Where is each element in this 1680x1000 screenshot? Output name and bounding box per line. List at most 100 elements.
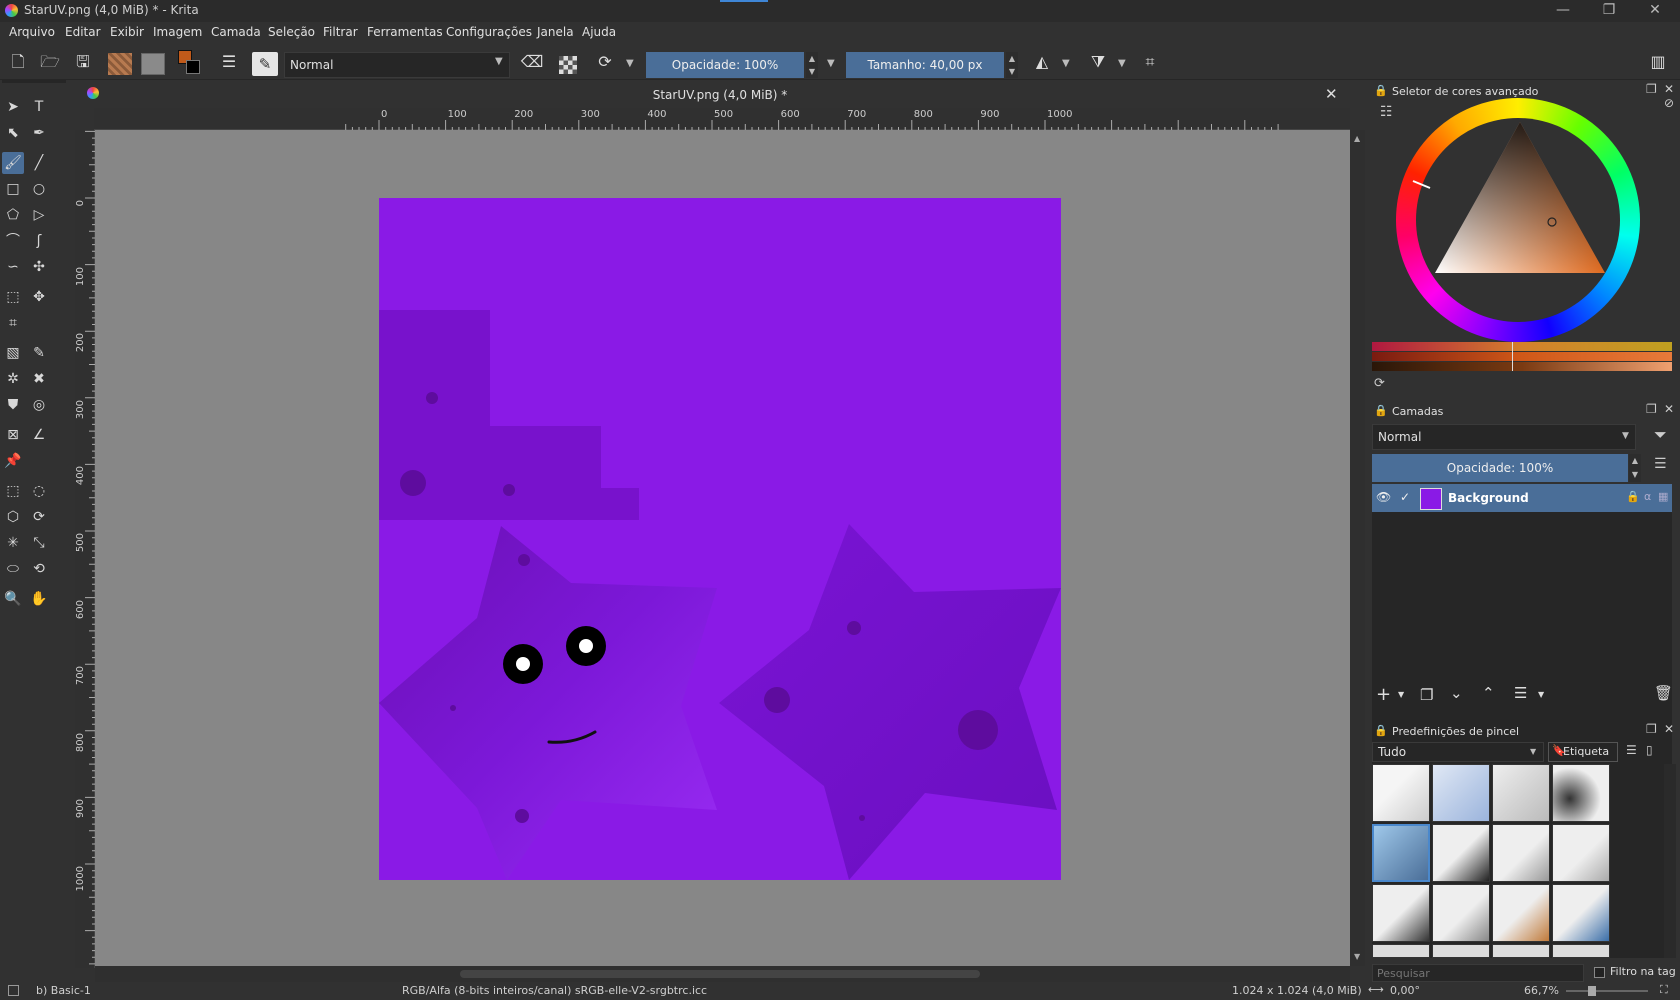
close-window-button[interactable]: ✕ <box>1632 0 1678 22</box>
vertical-scrollbar[interactable]: ▲ ▼ <box>1350 130 1365 966</box>
vertical-ruler[interactable]: 0 100 200 300 400 500 600 700 800 900 1000 <box>75 130 95 968</box>
close-docker-icon[interactable]: ✕ <box>1664 82 1674 96</box>
line-tool-icon[interactable]: ╱ <box>28 152 50 174</box>
preset-partial[interactable] <box>1432 944 1490 958</box>
close-docker-icon[interactable]: ✕ <box>1664 722 1674 736</box>
open-folder-icon[interactable]: 🗁 <box>38 50 62 74</box>
image-canvas[interactable] <box>379 198 1061 880</box>
brush-settings-icon[interactable]: ☰ <box>217 50 241 74</box>
freehand-brush-icon[interactable]: 🖌 <box>2 152 24 174</box>
layer-options-icon[interactable]: ☰ <box>1654 456 1667 472</box>
close-docker-icon[interactable]: ✕ <box>1664 402 1674 416</box>
toolbox-handle[interactable] <box>2 80 66 83</box>
bezier-tool-icon[interactable]: ⌒ <box>2 230 24 252</box>
preset-partial[interactable] <box>1372 944 1430 958</box>
horizontal-scrollbar[interactable] <box>95 966 1350 982</box>
color-history-row-3[interactable] <box>1372 362 1672 371</box>
calligraphy-icon[interactable]: ✒ <box>28 122 50 144</box>
chevron-down-icon[interactable]: ▼ <box>1538 690 1544 699</box>
size-slider[interactable]: Tamanho: 40,00 px <box>846 52 1004 78</box>
float-docker-icon[interactable]: ❐ <box>1646 82 1657 96</box>
enclose-fill-icon[interactable]: ◎ <box>28 394 50 416</box>
document-tab[interactable]: StarUV.png (4,0 MiB) * ✕ <box>75 80 1365 108</box>
lock-icon[interactable]: 🔒 <box>1374 404 1388 417</box>
layer-opacity-slider[interactable]: Opacidade: 100% <box>1372 454 1628 482</box>
pan-tool-icon[interactable]: ✋ <box>28 588 50 610</box>
move-layer-up-icon[interactable]: ⌃ <box>1482 684 1495 702</box>
tag-filter-select[interactable]: Tudo <box>1372 742 1544 762</box>
soft-pen-preset[interactable] <box>1492 824 1550 882</box>
background-color-icon[interactable] <box>186 60 200 74</box>
mirror-vertical-icon[interactable]: ⧩ <box>1086 50 1110 74</box>
duplicate-layer-icon[interactable]: ❐ <box>1420 686 1433 704</box>
magnetic-select-icon[interactable]: ⟲ <box>28 558 50 580</box>
layer-opacity-stepper[interactable]: ▲ ▼ <box>1629 454 1641 482</box>
preset-search-input[interactable] <box>1372 964 1584 982</box>
brush-pen-preset[interactable] <box>1372 884 1430 942</box>
blender-preset[interactable] <box>1492 764 1550 822</box>
alpha-lock-icon[interactable]: α <box>1644 490 1651 503</box>
measure-tool-icon[interactable]: ∠ <box>28 424 50 446</box>
rectangle-tool-icon[interactable]: □ <box>2 178 24 200</box>
bezier-select-icon[interactable]: ⬭ <box>2 558 24 580</box>
layer-row[interactable]: 👁 ✓ Background 🔒 α ▦ <box>1372 484 1672 512</box>
float-docker-icon[interactable]: ❐ <box>1646 722 1657 736</box>
polygon-select-icon[interactable]: ⬡ <box>2 506 24 528</box>
chevron-down-icon[interactable]: ▼ <box>1062 58 1070 69</box>
minimize-button[interactable]: — <box>1540 0 1586 22</box>
soft-pen-2-preset[interactable] <box>1552 824 1610 882</box>
polyline-tool-icon[interactable]: ▷ <box>28 204 50 226</box>
refresh-icon[interactable]: ⟳ <box>1374 376 1385 391</box>
freehand-path-icon[interactable]: ʃ <box>28 230 50 252</box>
layer-lock-icon[interactable]: 🔒 <box>1626 490 1640 503</box>
color-picker-icon[interactable]: ✎ <box>28 342 50 364</box>
chevron-down-icon[interactable]: ▼ <box>827 58 835 69</box>
chevron-down-icon[interactable]: ▼ <box>1398 690 1404 699</box>
layer-properties-icon[interactable]: ☰ <box>1514 684 1527 702</box>
scroll-up-icon[interactable]: ▲ <box>1354 134 1360 143</box>
freehand-select-icon[interactable]: ⟳ <box>28 506 50 528</box>
lock-icon[interactable]: 🔒 <box>1374 724 1388 737</box>
scroll-down-icon[interactable]: ▼ <box>1354 952 1360 961</box>
menu-ajuda[interactable]: Ajuda <box>582 25 616 39</box>
check-icon[interactable]: ✓ <box>1400 490 1410 504</box>
zoom-value[interactable]: 66,7% <box>1524 984 1559 997</box>
opacity-slider[interactable]: Opacidade: 100% <box>646 52 804 78</box>
zoom-tool-icon[interactable]: 🔍 <box>2 588 24 610</box>
color-history-row-2[interactable] <box>1372 352 1672 361</box>
chevron-down-icon[interactable]: ▼ <box>626 58 634 69</box>
polygon-tool-icon[interactable]: ⬠ <box>2 204 24 226</box>
contiguous-select-icon[interactable]: ✳ <box>2 532 24 554</box>
basic-1-preset[interactable] <box>1372 824 1430 882</box>
lock-icon[interactable]: 🔒 <box>1374 84 1388 97</box>
add-layer-icon[interactable]: + <box>1376 684 1391 705</box>
select-shapes-icon[interactable]: ➤ <box>2 96 24 118</box>
menu-filtrar[interactable]: Filtrar <box>323 25 358 39</box>
wrap-around-icon[interactable]: ⌗ <box>1138 50 1162 74</box>
save-icon[interactable]: 🖫 <box>71 50 95 74</box>
color-settings-icon[interactable]: ☷ <box>1380 104 1393 120</box>
eraser-pencil-preset[interactable] <box>1432 764 1490 822</box>
brush-preset-icon[interactable]: ✎ <box>252 52 278 76</box>
multibrush-icon[interactable]: ✣ <box>28 256 50 278</box>
mirror-horizontal-icon[interactable]: ◭ <box>1030 50 1054 74</box>
brush-pen-2-preset[interactable] <box>1432 884 1490 942</box>
view-grid-icon[interactable]: ▯ <box>1646 743 1653 757</box>
reload-preset-icon[interactable]: ⟳ <box>593 50 617 74</box>
color-history-row-1[interactable] <box>1372 342 1672 351</box>
edit-shapes-icon[interactable]: ⬉ <box>2 122 24 144</box>
color-space[interactable]: RGB/Alfa (8-bits inteiros/canal) sRGB-el… <box>402 984 707 997</box>
float-docker-icon[interactable]: ❐ <box>1646 402 1657 416</box>
restore-button[interactable]: ❐ <box>1586 0 1632 22</box>
ink-pen-preset[interactable] <box>1432 824 1490 882</box>
delete-layer-icon[interactable]: 🗑 <box>1654 684 1673 702</box>
preset-scrollbar[interactable] <box>1664 764 1676 958</box>
opacity-stepper[interactable]: ▲ ▼ <box>806 52 818 78</box>
preserve-alpha-icon[interactable] <box>559 56 577 74</box>
menu-janela[interactable]: Janela <box>537 25 574 39</box>
canvas-area[interactable] <box>95 130 1350 966</box>
filter-icon[interactable]: ⏷ <box>1654 425 1667 445</box>
new-document-icon[interactable]: 🗋 <box>6 50 30 74</box>
tag-filter-checkbox[interactable] <box>1594 967 1605 978</box>
view-list-icon[interactable]: ☰ <box>1626 743 1637 757</box>
